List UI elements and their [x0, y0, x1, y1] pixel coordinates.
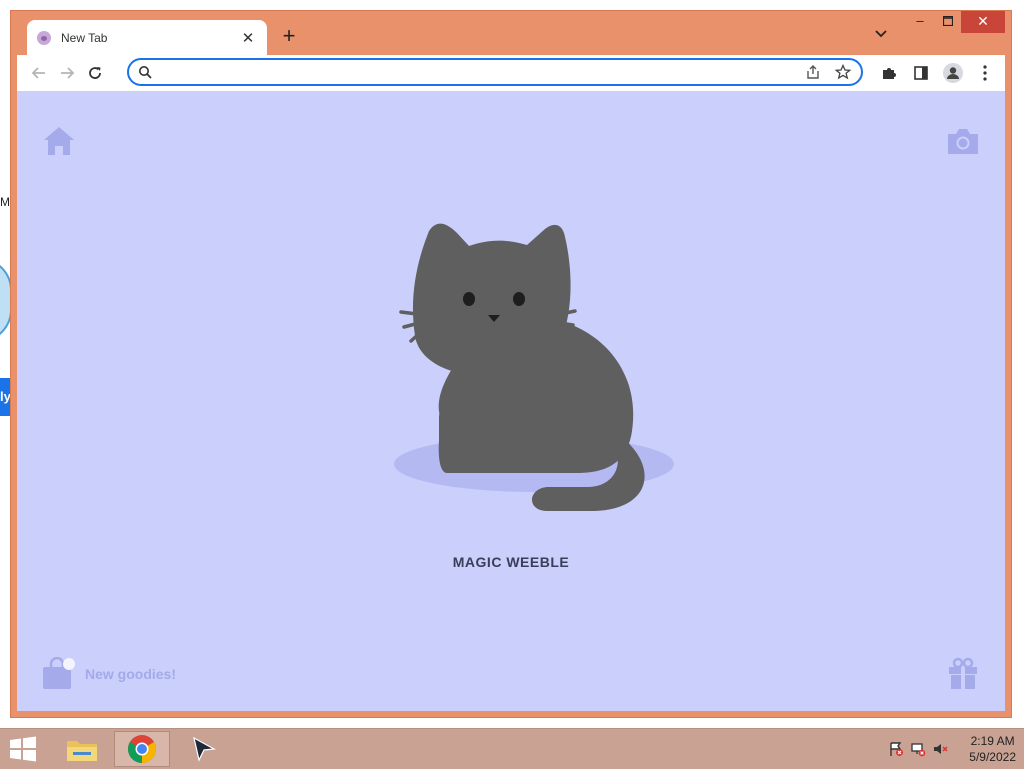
- action-center-flag-icon[interactable]: [885, 738, 907, 760]
- toolbar-actions: [875, 59, 999, 87]
- gift-icon[interactable]: [945, 655, 981, 691]
- pet-name-label: MAGIC WEEBLE: [452, 554, 570, 570]
- file-explorer-taskbar-icon[interactable]: [54, 731, 110, 767]
- system-clock[interactable]: 2:19 AM 5/9/2022: [969, 733, 1016, 765]
- background-app-right: [1010, 0, 1024, 728]
- share-icon[interactable]: [801, 60, 825, 84]
- clock-time: 2:19 AM: [970, 734, 1015, 748]
- extensions-puzzle-icon[interactable]: [875, 59, 903, 87]
- tab-favicon-icon: [37, 30, 51, 45]
- network-icon[interactable]: [907, 738, 929, 760]
- volume-muted-icon[interactable]: [929, 738, 951, 760]
- search-icon: [133, 60, 157, 84]
- new-goodies-button[interactable]: New goodies!: [41, 657, 176, 691]
- address-input[interactable]: [163, 63, 801, 81]
- tab-title: New Tab: [61, 30, 108, 45]
- browser-window: New Tab ✕ + – ✕ MAGIC WEEBLE New goodies…: [10, 10, 1012, 718]
- windows-start-icon[interactable]: [8, 736, 40, 764]
- new-tab-button[interactable]: +: [277, 25, 301, 49]
- home-icon[interactable]: [41, 123, 77, 159]
- browser-toolbar: [17, 55, 1005, 91]
- reload-icon[interactable]: [81, 59, 109, 87]
- chrome-taskbar-icon[interactable]: [114, 731, 170, 767]
- cursor-app-taskbar-icon[interactable]: [176, 731, 232, 767]
- close-window-button[interactable]: ✕: [961, 11, 1005, 33]
- profile-avatar-icon[interactable]: [939, 59, 967, 87]
- back-arrow-icon[interactable]: [25, 59, 53, 87]
- maximize-button[interactable]: [931, 11, 965, 33]
- new-tab-page: MAGIC WEEBLE New goodies!: [17, 91, 1005, 711]
- camera-icon[interactable]: [945, 123, 981, 159]
- tab-search-chevron-icon[interactable]: [875, 27, 887, 41]
- tab-close-icon[interactable]: ✕: [239, 29, 257, 47]
- new-goodies-label: New goodies!: [85, 666, 177, 682]
- address-bar[interactable]: [127, 58, 863, 86]
- bookmark-star-icon[interactable]: [831, 60, 855, 84]
- clock-date: 5/9/2022: [969, 750, 1016, 764]
- forward-arrow-icon[interactable]: [53, 59, 81, 87]
- browser-tab[interactable]: New Tab ✕: [27, 20, 267, 55]
- title-bar: New Tab ✕ + – ✕: [11, 11, 1011, 55]
- taskbar: 2:19 AM 5/9/2022: [0, 728, 1024, 769]
- side-panel-icon[interactable]: [907, 59, 935, 87]
- shopping-bag-icon: [43, 657, 75, 689]
- cat-svg: [394, 223, 674, 511]
- pet-illustration[interactable]: [377, 211, 677, 521]
- system-tray: 2:19 AM 5/9/2022: [885, 729, 1016, 769]
- more-menu-icon[interactable]: [971, 59, 999, 87]
